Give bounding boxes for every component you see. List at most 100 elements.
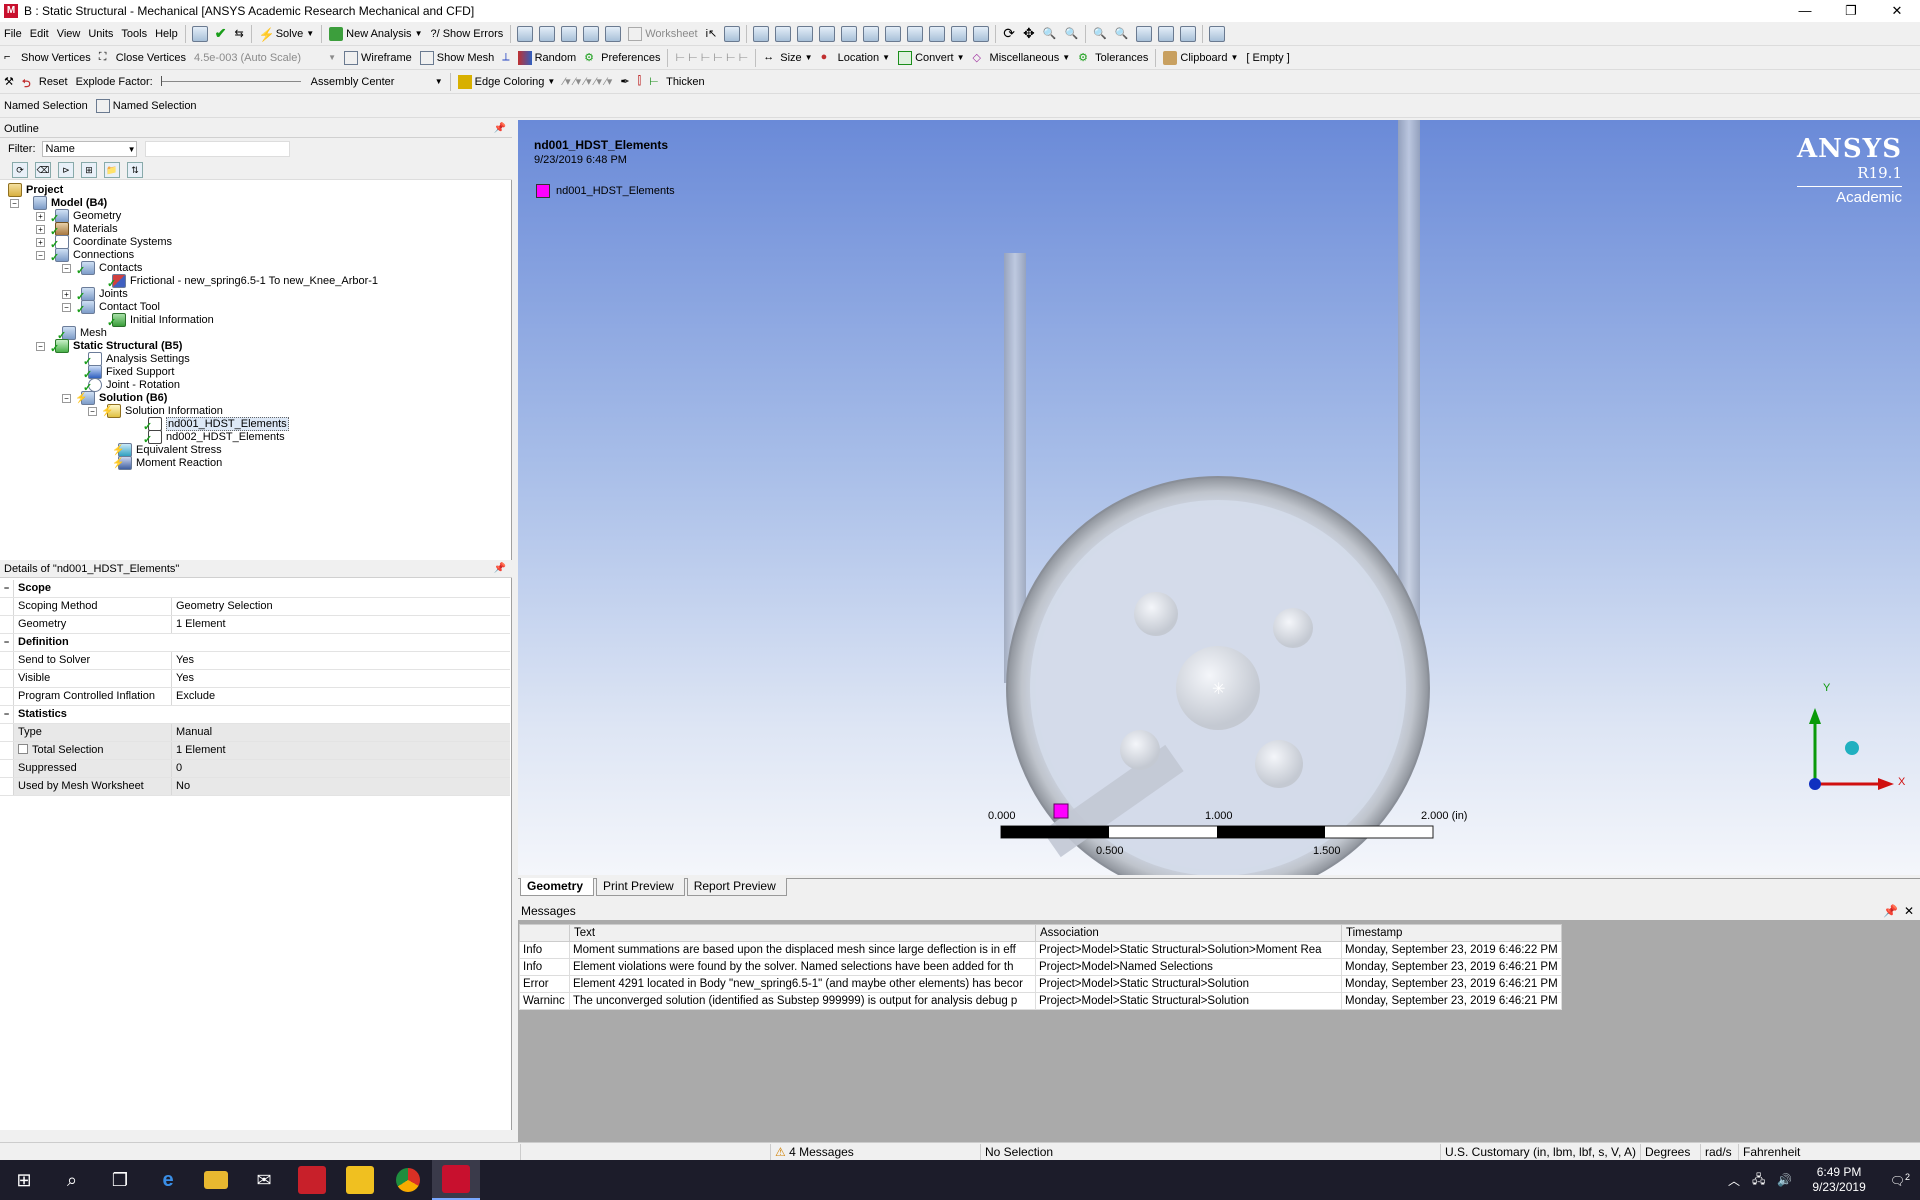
sort-icon[interactable]: ⇅ — [127, 161, 143, 178]
details-value[interactable]: Exclude — [172, 688, 510, 705]
insert-icon[interactable] — [517, 25, 534, 42]
folder-icon[interactable]: 📁 — [104, 161, 120, 178]
status-messages[interactable]: ⚠ 4 Messages — [770, 1144, 980, 1160]
status-units[interactable]: U.S. Customary (in, lbm, lbf, s, V, A) — [1440, 1144, 1640, 1160]
tray-chevron-up-icon[interactable]: ︿ — [1728, 1172, 1740, 1189]
slider-thumb[interactable] — [160, 76, 162, 86]
menu-file[interactable]: File — [0, 24, 26, 44]
reset-button[interactable]: ⮌ Reset — [18, 72, 72, 92]
filter-dropdown[interactable]: Name ▼ — [41, 141, 137, 157]
parameter-checkbox[interactable] — [18, 744, 28, 754]
insert-comment-icon[interactable] — [539, 25, 556, 42]
details-row-send-to-solver[interactable]: Send to Solver Yes — [0, 652, 510, 670]
expand-icon[interactable]: + — [36, 224, 45, 234]
table-row[interactable]: Warninc The unconverged solution (identi… — [519, 992, 1562, 1010]
expand-icon[interactable]: ⊳ — [58, 161, 74, 178]
zoom-icon[interactable]: 🔍 — [1039, 24, 1061, 44]
menu-edit[interactable]: Edit — [26, 24, 53, 44]
insert-text-icon[interactable] — [583, 25, 600, 42]
collapse-icon[interactable]: − — [88, 406, 97, 416]
pin-icon[interactable]: 📌 — [494, 123, 506, 134]
status-rate-units[interactable]: rad/s — [1700, 1144, 1738, 1160]
collapse-icon[interactable]: − — [0, 706, 14, 723]
previous-view-icon[interactable] — [1157, 25, 1174, 42]
edge-coloring-dropdown[interactable]: Edge Coloring ▼ — [454, 72, 560, 92]
taskbar-clock[interactable]: 6:49 PM 9/23/2019 — [1812, 1165, 1865, 1195]
details-section-definition[interactable]: − Definition — [0, 634, 510, 652]
arbor-hole-4[interactable] — [1255, 740, 1303, 788]
select-mode-icon[interactable] — [775, 25, 792, 42]
check-icon[interactable]: ✔ — [211, 24, 231, 44]
rotate-icon[interactable]: ⟳ — [999, 24, 1019, 44]
tree-item-moment-reaction[interactable]: Moment Reaction — [112, 455, 222, 471]
named-selection-button[interactable]: Named Selection — [92, 96, 201, 116]
mail-icon[interactable]: ✉ — [240, 1160, 288, 1200]
body-select-icon[interactable] — [863, 25, 880, 42]
volume-icon[interactable]: 🔊 — [1777, 1173, 1792, 1187]
new-analysis-button[interactable]: New Analysis ▼ — [325, 24, 426, 44]
filter-search-input[interactable] — [144, 141, 290, 157]
face-select-icon[interactable] — [841, 25, 858, 42]
iso-view-icon[interactable] — [1135, 25, 1152, 42]
edge-display-tools-icon[interactable]: ⁄▾ ⁄▾ ⁄▾ ⁄▾ ⁄▾ — [559, 72, 616, 92]
tab-print-preview[interactable]: Print Preview — [596, 878, 685, 896]
tolerances-button[interactable]: ⚙ Tolerances — [1074, 48, 1152, 68]
details-value[interactable]: Yes — [172, 652, 510, 669]
table-row[interactable]: Info Moment summations are based upon th… — [519, 941, 1562, 959]
menu-view[interactable]: View — [53, 24, 85, 44]
next-view-icon[interactable] — [1179, 25, 1196, 42]
collapse-icon[interactable]: − — [36, 341, 45, 351]
ansys-mechanical-icon[interactable] — [432, 1160, 480, 1200]
menu-units[interactable]: Units — [84, 24, 117, 44]
details-value[interactable]: 1 Element — [172, 616, 510, 633]
close-button[interactable]: ✕ — [1874, 0, 1920, 22]
close-icon[interactable]: ✕ — [1904, 904, 1914, 918]
details-row-suppressed[interactable]: Suppressed 0 — [0, 760, 510, 778]
random-colors-button[interactable]: Random — [514, 48, 581, 68]
status-angle-units[interactable]: Degrees — [1640, 1144, 1700, 1160]
column-header-text[interactable]: Text — [569, 924, 1036, 942]
details-row-used-by-mesh-worksheet[interactable]: Used by Mesh Worksheet No — [0, 778, 510, 796]
expand-all-icon[interactable]: ⊞ — [81, 161, 97, 178]
worksheet-button[interactable]: Worksheet — [624, 24, 701, 44]
show-vertices-button[interactable]: ⌐ Show Vertices — [0, 48, 95, 68]
tag-icon[interactable] — [724, 25, 741, 42]
details-value[interactable]: Yes — [172, 670, 510, 687]
zoom-fit-icon[interactable]: 🔍 — [1089, 24, 1111, 44]
edge-select-icon[interactable] — [819, 25, 836, 42]
pan-icon[interactable]: ✥ — [1019, 24, 1039, 44]
thickness-icon[interactable]: ⫿ — [634, 72, 646, 92]
notifications-icon[interactable]: 🗨2 — [1890, 1172, 1910, 1188]
element-face-icon[interactable] — [951, 25, 968, 42]
arbor-hole-2[interactable] — [1273, 608, 1313, 648]
details-row-visible[interactable]: Visible Yes — [0, 670, 510, 688]
wireframe-button[interactable]: Wireframe — [340, 48, 416, 68]
clear-icon[interactable]: ⌫ — [35, 161, 51, 178]
tree-item-frictional-contact[interactable]: Frictional - new_spring6.5-1 To new_Knee… — [107, 273, 378, 290]
box-zoom-icon[interactable]: 🔍 — [1060, 24, 1082, 44]
expand-icon[interactable]: + — [36, 237, 45, 247]
menu-tools[interactable]: Tools — [117, 24, 151, 44]
magnifier-icon[interactable]: 🔍 — [1111, 24, 1133, 44]
collapse-icon[interactable]: − — [10, 198, 19, 208]
thicken-button[interactable]: ⊢ Thicken — [645, 72, 709, 92]
tab-geometry[interactable]: Geometry — [520, 878, 595, 896]
details-row-total-selection[interactable]: Total Selection 1 Element — [0, 742, 510, 760]
collapse-icon[interactable]: − — [0, 634, 14, 651]
pin-icon[interactable]: 📌 — [1883, 904, 1898, 918]
location-dropdown[interactable]: ● Location ▼ — [817, 48, 895, 68]
maximize-button[interactable]: ❐ — [1828, 0, 1874, 22]
collapse-icon[interactable]: − — [36, 250, 45, 260]
scale-dropdown[interactable]: 4.5e-003 (Auto Scale) ▼ — [190, 48, 340, 68]
expand-icon[interactable]: + — [62, 289, 71, 299]
chrome-icon[interactable] — [384, 1160, 432, 1200]
element-select-icon[interactable] — [907, 25, 924, 42]
vertex-select-icon[interactable] — [797, 25, 814, 42]
convert-dropdown[interactable]: Convert ▼ — [894, 48, 968, 68]
collapse-icon[interactable]: − — [0, 580, 14, 597]
explode-icon[interactable]: ⚒ — [0, 72, 18, 92]
table-row[interactable]: Info Element violations were found by th… — [519, 958, 1562, 976]
dimension-tools-icon[interactable]: ⊢ ⊢ ⊢ ⊢ ⊢ ⊢ — [671, 48, 752, 68]
details-row-scoping-method[interactable]: Scoping Method Geometry Selection — [0, 598, 510, 616]
menu-help[interactable]: Help — [151, 24, 182, 44]
